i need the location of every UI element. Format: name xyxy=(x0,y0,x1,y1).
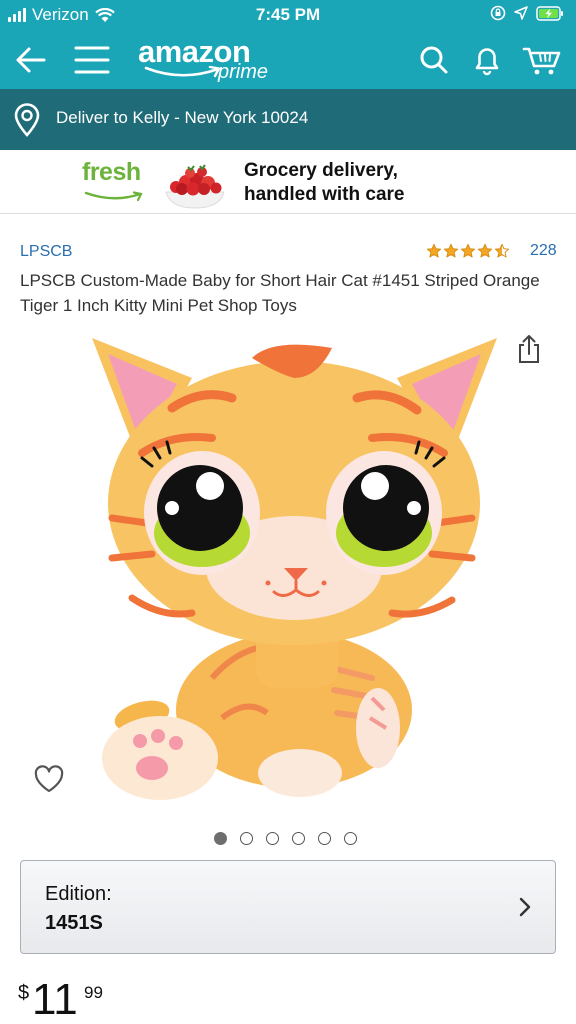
amazon-fresh-banner[interactable]: fresh Grocery delivery, handled with car… xyxy=(0,150,576,214)
fresh-tagline: Grocery delivery, handled with care xyxy=(244,159,404,207)
carousel-dot[interactable] xyxy=(292,832,305,845)
location-arrow-icon xyxy=(514,6,528,20)
fresh-tagline-line1: Grocery delivery, xyxy=(244,160,398,181)
status-right xyxy=(490,5,564,21)
deliver-to-text: Deliver to Kelly - New York 10024 xyxy=(56,108,309,127)
rating[interactable]: 228 xyxy=(426,242,557,260)
bell-icon xyxy=(475,48,499,76)
menu-button[interactable] xyxy=(70,38,114,82)
price-fraction: 99 xyxy=(84,983,103,1002)
fresh-logo: fresh xyxy=(82,158,141,186)
product-image[interactable] xyxy=(72,318,512,808)
product-title: LPSCB Custom-Made Baby for Short Hair Ca… xyxy=(20,271,540,315)
carousel-dot[interactable] xyxy=(240,832,253,845)
star-icon xyxy=(477,243,493,258)
location-pin-icon xyxy=(14,103,40,137)
search-button[interactable] xyxy=(412,38,456,82)
fresh-smile-icon xyxy=(84,191,143,202)
rotation-lock-icon xyxy=(490,5,506,21)
carousel-dot[interactable] xyxy=(344,832,357,845)
cart-button[interactable] xyxy=(520,38,564,82)
price-currency: $ xyxy=(18,982,30,1004)
deliver-to-bar[interactable]: Deliver to Kelly - New York 10024 xyxy=(0,89,576,150)
star-icon xyxy=(494,243,510,258)
star-icon xyxy=(460,243,476,258)
cart-icon xyxy=(522,47,561,75)
chevron-right-icon xyxy=(519,897,531,917)
price-whole: 11 xyxy=(32,975,78,1024)
amazon-prime-logo[interactable]: amazon prime xyxy=(138,34,288,86)
edition-label: Edition: xyxy=(45,883,112,905)
back-button[interactable] xyxy=(8,38,52,82)
hamburger-menu-icon xyxy=(74,46,110,74)
edition-value: 1451S xyxy=(45,912,103,934)
star-icon xyxy=(426,243,442,258)
heart-icon[interactable] xyxy=(33,764,65,794)
carousel-dot[interactable] xyxy=(266,832,279,845)
star-icon xyxy=(443,243,459,258)
fresh-tagline-line2: handled with care xyxy=(244,184,405,205)
brand-link[interactable]: LPSCB xyxy=(20,243,72,261)
status-bar: Verizon 7:45 PM xyxy=(0,0,576,32)
carousel-dot[interactable] xyxy=(318,832,331,845)
logo-prime-text: prime xyxy=(218,61,269,83)
smile-arrow-icon xyxy=(144,65,221,78)
app-header: amazon prime xyxy=(0,32,576,89)
notifications-button[interactable] xyxy=(465,38,509,82)
carousel-dot[interactable] xyxy=(214,832,227,845)
share-icon[interactable] xyxy=(515,333,543,365)
battery-charging-icon xyxy=(536,5,563,21)
rating-count[interactable]: 228 xyxy=(530,242,557,260)
back-arrow-icon xyxy=(16,47,46,73)
image-carousel-dots[interactable] xyxy=(214,832,357,845)
edition-selector[interactable]: Edition: 1451S xyxy=(20,860,556,954)
strawberry-bowl-image xyxy=(165,164,225,209)
rating-stars xyxy=(426,243,510,259)
search-icon xyxy=(420,46,448,74)
